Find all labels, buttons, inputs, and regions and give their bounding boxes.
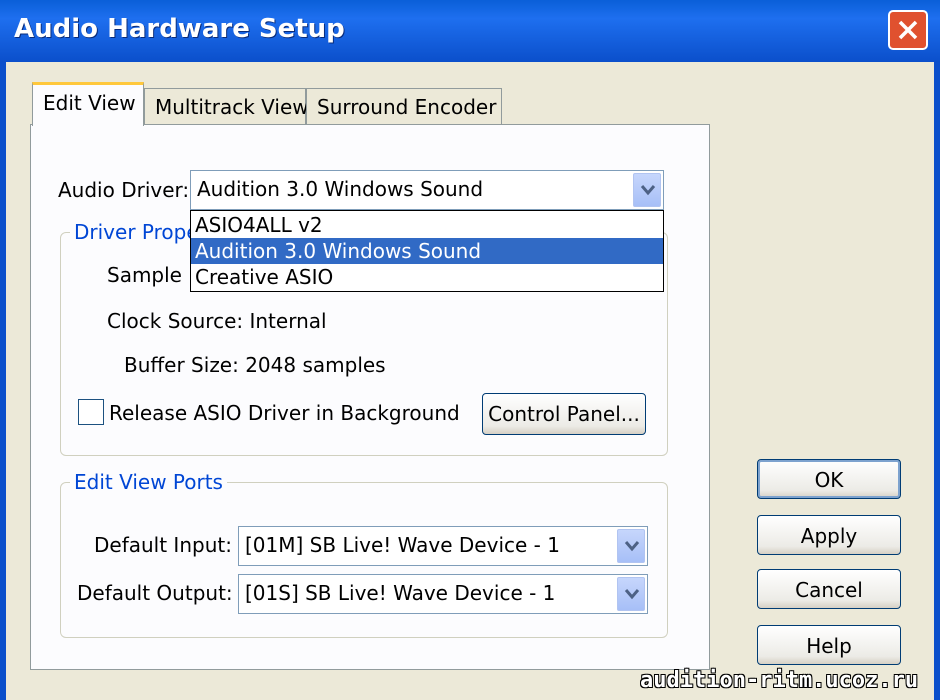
chevron-down-icon: [640, 185, 656, 196]
dropdown-option[interactable]: ASIO4ALL v2: [191, 212, 663, 238]
default-output-select[interactable]: [01S] SB Live! Wave Device - 1: [238, 574, 648, 614]
default-output-value: [01S] SB Live! Wave Device - 1: [245, 581, 556, 605]
cancel-button[interactable]: Cancel: [757, 569, 901, 609]
default-input-value: [01M] SB Live! Wave Device - 1: [245, 533, 560, 557]
chevron-down-icon: [624, 589, 640, 600]
audio-driver-select[interactable]: Audition 3.0 Windows Sound: [190, 170, 664, 210]
window-frame-left: [0, 62, 6, 700]
dropdown-option-selected[interactable]: Audition 3.0 Windows Sound: [191, 238, 663, 264]
tab-label: Edit View: [43, 91, 136, 115]
tab-label: Surround Encoder: [317, 95, 497, 119]
control-panel-label: Control Panel...: [488, 402, 640, 426]
ok-button[interactable]: OK: [757, 459, 901, 499]
chevron-down-icon: [624, 541, 640, 552]
title-bar[interactable]: Audio Hardware Setup: [0, 0, 940, 62]
apply-label: Apply: [800, 524, 858, 548]
dropdown-arrow-button[interactable]: [633, 173, 661, 207]
tab-edit-view[interactable]: Edit View: [32, 82, 144, 126]
sample-rate-label: Sample R: [107, 263, 203, 287]
tab-multitrack-view[interactable]: Multitrack View: [144, 88, 309, 124]
audio-driver-label: Audio Driver:: [58, 178, 190, 202]
window-frame-right: [934, 62, 940, 700]
default-input-label: Default Input:: [94, 533, 232, 557]
control-panel-button[interactable]: Control Panel...: [482, 393, 646, 435]
tab-surround-encoder[interactable]: Surround Encoder: [306, 88, 502, 124]
release-asio-label[interactable]: Release ASIO Driver in Background: [109, 401, 460, 425]
watermark-text: audition-ritm.ucoz.ru: [640, 668, 919, 693]
driver-properties-title: Driver Prope: [70, 220, 203, 244]
buffer-size-text: Buffer Size: 2048 samples: [124, 353, 386, 377]
release-asio-checkbox[interactable]: [78, 399, 104, 425]
default-input-select[interactable]: [01M] SB Live! Wave Device - 1: [238, 526, 648, 566]
audio-driver-value: Audition 3.0 Windows Sound: [197, 177, 484, 201]
ok-label: OK: [814, 468, 844, 492]
help-label: Help: [806, 634, 852, 658]
tab-label: Multitrack View: [155, 95, 309, 119]
apply-button[interactable]: Apply: [757, 515, 901, 555]
close-icon: [898, 20, 918, 40]
audio-driver-dropdown-list: ASIO4ALL v2 Audition 3.0 Windows Sound C…: [190, 210, 664, 292]
dropdown-arrow-button[interactable]: [617, 577, 645, 611]
clock-source-text: Clock Source: Internal: [107, 309, 327, 333]
dropdown-arrow-button[interactable]: [617, 529, 645, 563]
dialog-window: Audio Hardware Setup Edit View Multitrac…: [0, 0, 940, 700]
cancel-label: Cancel: [795, 578, 863, 602]
window-title: Audio Hardware Setup: [14, 14, 345, 44]
default-output-label: Default Output:: [77, 581, 233, 605]
close-button[interactable]: [888, 10, 928, 50]
help-button[interactable]: Help: [757, 625, 901, 665]
edit-view-ports-title: Edit View Ports: [70, 470, 227, 494]
dropdown-option[interactable]: Creative ASIO: [191, 264, 663, 290]
